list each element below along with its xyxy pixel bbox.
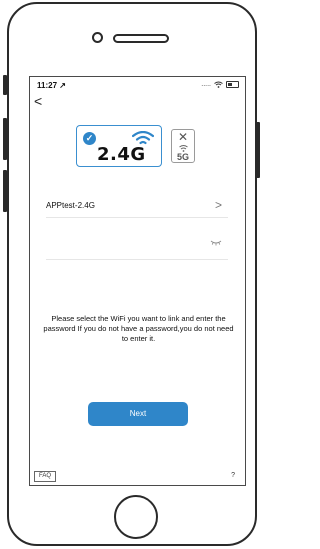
next-button[interactable]: Next [88, 402, 188, 426]
close-icon: ✕ [177, 130, 189, 144]
band-5g-label: 5G [176, 152, 189, 162]
password-field[interactable] [46, 227, 228, 260]
status-time: 11:27 ↗ [37, 81, 66, 90]
band-2-4g-card[interactable]: ✓ 2.4G [76, 125, 162, 167]
earpiece-speaker [113, 34, 169, 43]
signal-dots: ..... [201, 81, 211, 88]
wifi-icon [179, 145, 188, 152]
wifi-icon [214, 81, 223, 88]
faq-button[interactable]: FAQ [34, 471, 56, 482]
front-camera [92, 32, 103, 43]
chevron-right-icon: > [214, 198, 222, 212]
eye-closed-icon[interactable] [210, 240, 222, 246]
ssid-value: APPtest-2.4G [46, 201, 95, 210]
check-icon: ✓ [83, 132, 96, 145]
battery-icon [226, 81, 239, 88]
app-screen: 11:27 ↗ ..... < ✓ 2.4G ✕ 5G APPtest-2.4G… [29, 76, 246, 486]
help-button[interactable]: ? [231, 472, 235, 479]
band-2-4g-label: 2.4G [97, 144, 146, 165]
back-button[interactable]: < [34, 94, 42, 108]
ssid-select[interactable]: APPtest-2.4G > [46, 195, 228, 218]
band-5g-card[interactable]: ✕ 5G [171, 129, 195, 163]
status-icons: ..... [201, 81, 239, 88]
info-text: Please select the WiFi you want to link … [43, 313, 234, 343]
home-button[interactable] [114, 495, 158, 539]
